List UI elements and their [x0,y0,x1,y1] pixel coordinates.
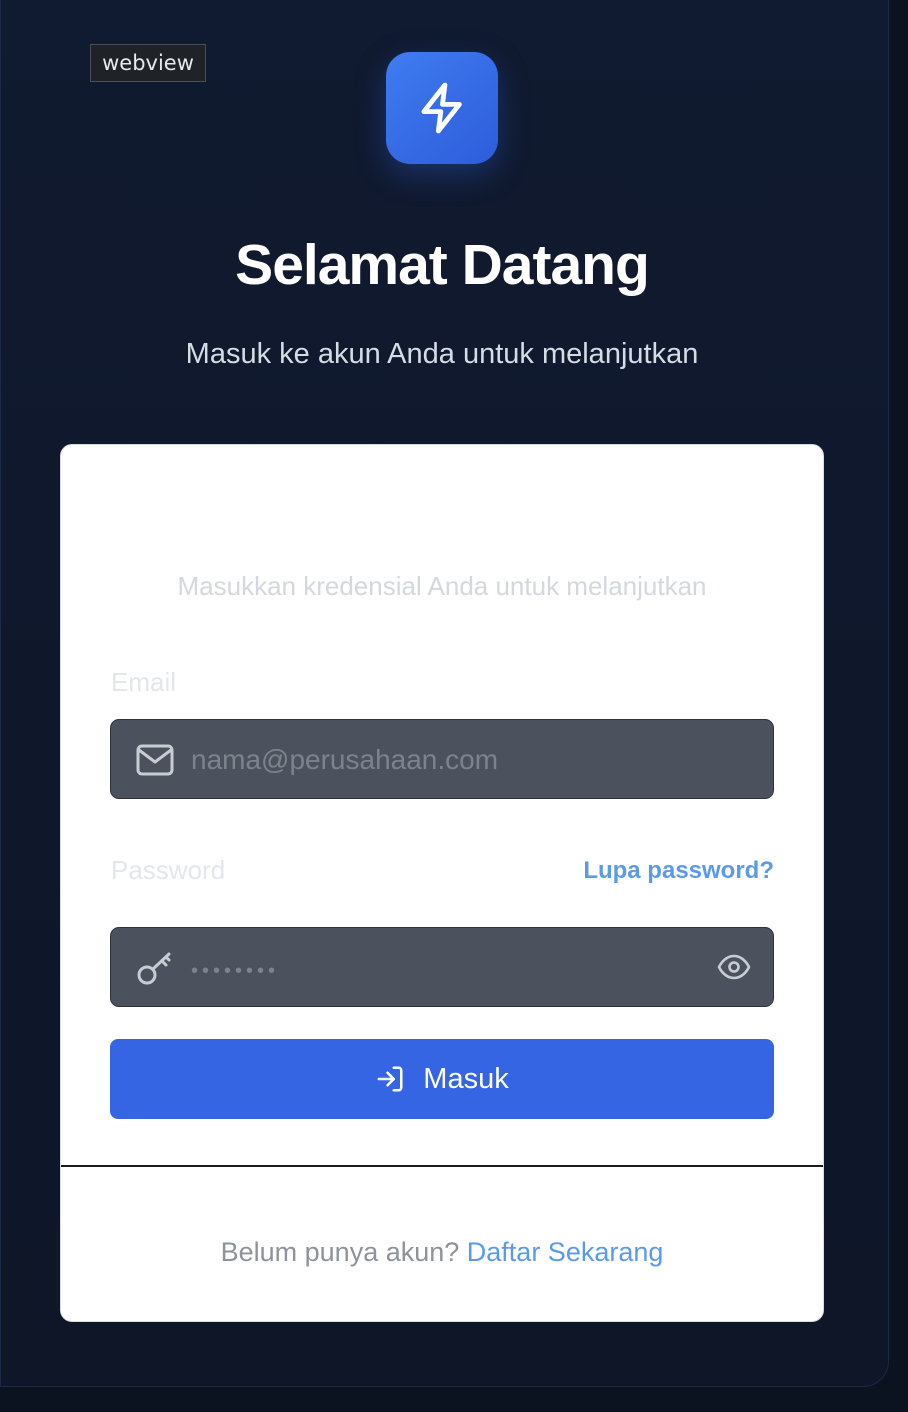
key-icon [137,952,171,985]
forgot-password-link[interactable]: Lupa password? [583,857,774,885]
webview-tag: webview [90,44,206,82]
app-logo [386,52,498,164]
password-field[interactable] [110,927,774,1007]
signup-prompt-text: Belum punya akun? [220,1237,467,1267]
email-input[interactable] [191,738,691,782]
signup-link[interactable]: Daftar Sekarang [467,1237,664,1267]
lightning-bolt-icon [421,82,462,134]
login-button[interactable]: Masuk [110,1039,774,1119]
signup-prompt: Belum punya akun? Daftar Sekarang [61,1237,823,1268]
card-description: Masukkan kredensial Anda untuk melanjutk… [177,571,707,601]
page-subtitle: Masuk ke akun Anda untuk melanjutkan [185,338,699,370]
log-in-icon [377,1066,403,1092]
login-card: Masukkan kredensial Anda untuk melanjutk… [60,444,824,1322]
page-title: Selamat Datang [235,233,650,297]
eye-icon[interactable] [717,952,751,982]
card-divider [61,1165,823,1167]
email-field[interactable] [110,719,774,799]
login-button-label: Masuk [423,1062,509,1095]
mail-icon [136,744,174,776]
email-label: Email [111,667,177,697]
password-input[interactable] [191,946,691,990]
password-label: Password [111,855,226,885]
